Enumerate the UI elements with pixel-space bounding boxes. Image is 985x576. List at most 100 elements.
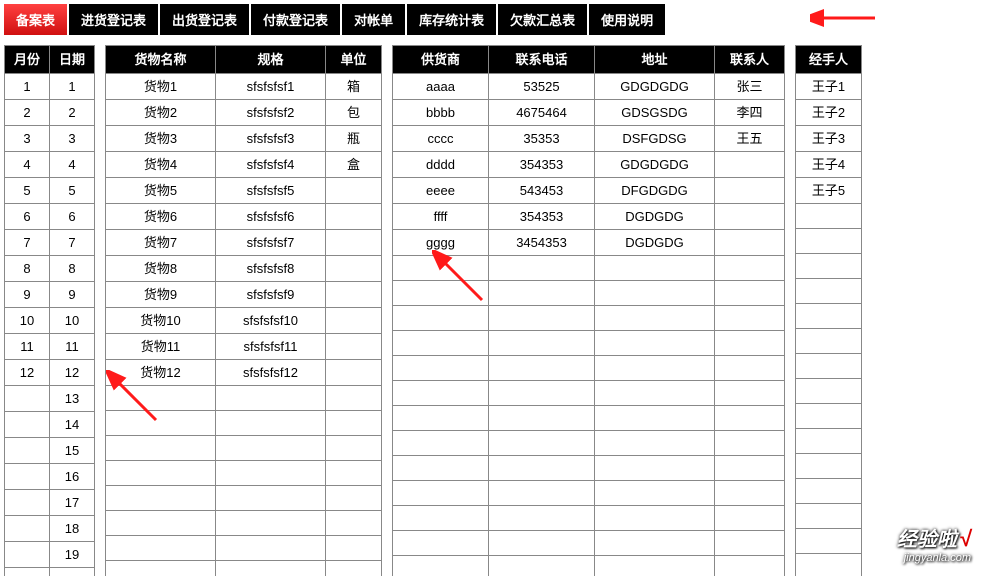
table-cell[interactable]: 9 [5,282,50,308]
table-row[interactable] [393,506,785,531]
table-row[interactable] [796,404,862,429]
table-row[interactable]: 货物12sfsfsfsf12 [106,360,382,386]
table-cell[interactable] [489,406,595,431]
table-cell[interactable] [595,256,715,281]
table-cell[interactable] [715,204,785,230]
table-cell[interactable]: sfsfsfsf2 [216,100,326,126]
table-row[interactable] [106,411,382,436]
table-cell[interactable] [489,556,595,576]
table-cell[interactable] [393,556,489,576]
table-cell[interactable] [796,204,862,229]
table-cell[interactable]: 8 [5,256,50,282]
table-cell[interactable]: 货物10 [106,308,216,334]
table-cell[interactable]: 货物2 [106,100,216,126]
table-cell[interactable] [715,306,785,331]
tab-4[interactable]: 对帐单 [342,4,405,35]
table-row[interactable]: 货物8sfsfsfsf8 [106,256,382,282]
table-cell[interactable] [715,431,785,456]
table-cell[interactable] [715,456,785,481]
table-cell[interactable] [796,279,862,304]
table-cell[interactable]: 13 [50,386,95,412]
table-cell[interactable] [489,331,595,356]
table-cell[interactable] [489,431,595,456]
table-cell[interactable]: 货物5 [106,178,216,204]
table-cell[interactable]: 货物8 [106,256,216,282]
table-cell[interactable]: 王子3 [796,126,862,152]
table-row[interactable]: aaaa53525GDGDGDG张三 [393,74,785,100]
table-cell[interactable]: 货物1 [106,74,216,100]
table-cell[interactable] [796,329,862,354]
table-cell[interactable] [595,506,715,531]
table-row[interactable]: 13 [5,386,95,412]
table-cell[interactable] [216,411,326,436]
table-row[interactable] [106,561,382,576]
table-cell[interactable]: 货物6 [106,204,216,230]
table-cell[interactable]: 19 [50,542,95,568]
table-cell[interactable]: 20 [50,568,95,576]
table-cell[interactable] [5,568,50,576]
table-row[interactable]: 王子5 [796,178,862,204]
table-cell[interactable] [595,406,715,431]
table-cell[interactable]: 货物11 [106,334,216,360]
table-cell[interactable] [595,306,715,331]
table-cell[interactable] [595,431,715,456]
table-cell[interactable] [796,429,862,454]
table-cell[interactable]: 17 [50,490,95,516]
table-row[interactable] [106,536,382,561]
table-cell[interactable] [489,381,595,406]
table-row[interactable]: 王子1 [796,74,862,100]
table-cell[interactable] [595,456,715,481]
table-cell[interactable]: sfsfsfsf1 [216,74,326,100]
table-cell[interactable] [106,536,216,561]
table-cell[interactable]: 7 [50,230,95,256]
table-cell[interactable] [489,481,595,506]
table-row[interactable] [393,281,785,306]
table-cell[interactable] [393,381,489,406]
table-row[interactable]: 货物7sfsfsfsf7 [106,230,382,256]
table-cell[interactable] [326,308,382,334]
table-cell[interactable] [326,256,382,282]
table-cell[interactable]: sfsfsfsf12 [216,360,326,386]
table-cell[interactable] [326,411,382,436]
table-cell[interactable] [393,506,489,531]
table-cell[interactable]: 3 [50,126,95,152]
table-cell[interactable] [5,542,50,568]
table-cell[interactable] [106,461,216,486]
table-cell[interactable]: 12 [5,360,50,386]
table-cell[interactable]: sfsfsfsf10 [216,308,326,334]
table-row[interactable] [796,379,862,404]
table-row[interactable]: 王子4 [796,152,862,178]
table-cell[interactable]: aaaa [393,74,489,100]
table-cell[interactable]: bbbb [393,100,489,126]
table-row[interactable] [796,454,862,479]
table-cell[interactable]: 张三 [715,74,785,100]
table-cell[interactable]: 11 [50,334,95,360]
table-cell[interactable]: sfsfsfsf8 [216,256,326,282]
table-cell[interactable]: DSFGDSG [595,126,715,152]
table-cell[interactable]: 53525 [489,74,595,100]
table-cell[interactable]: 箱 [326,74,382,100]
table-cell[interactable] [595,481,715,506]
table-row[interactable] [393,531,785,556]
table-cell[interactable]: 15 [50,438,95,464]
table-cell[interactable]: GDGDGDG [595,74,715,100]
table-cell[interactable] [326,486,382,511]
table-cell[interactable]: 包 [326,100,382,126]
table-row[interactable]: 19 [5,542,95,568]
table-row[interactable] [796,229,862,254]
table-cell[interactable] [489,531,595,556]
table-cell[interactable] [489,456,595,481]
table-cell[interactable] [715,556,785,576]
table-row[interactable] [796,504,862,529]
table-cell[interactable]: 14 [50,412,95,438]
table-row[interactable]: 15 [5,438,95,464]
table-cell[interactable] [715,481,785,506]
table-cell[interactable]: 2 [50,100,95,126]
table-cell[interactable] [106,436,216,461]
table-cell[interactable]: 王子4 [796,152,862,178]
table-cell[interactable] [216,536,326,561]
table-cell[interactable] [489,281,595,306]
table-cell[interactable]: cccc [393,126,489,152]
table-cell[interactable] [5,386,50,412]
table-row[interactable] [393,306,785,331]
